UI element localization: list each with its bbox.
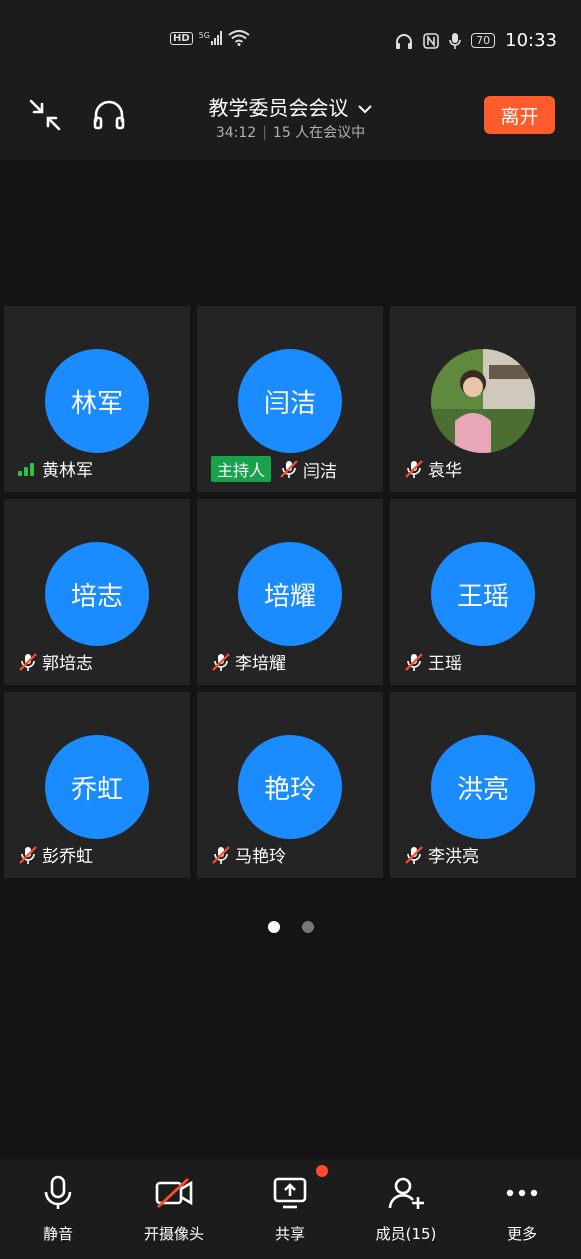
profile-photo bbox=[431, 349, 535, 453]
leave-button[interactable]: 离开 bbox=[484, 96, 555, 134]
participant-name-row: 王瑶 bbox=[404, 649, 462, 674]
avatar: 洪亮 bbox=[431, 735, 535, 839]
participant-name: 黄林军 bbox=[42, 461, 93, 481]
participant-tile[interactable]: 林军 黄林军 bbox=[4, 306, 190, 492]
subtitle-divider: | bbox=[262, 125, 267, 141]
participant-name-row: 郭培志 bbox=[18, 649, 93, 674]
avatar: 培志 bbox=[45, 542, 149, 646]
cellular-icon: 5G bbox=[199, 31, 222, 45]
meeting-toolbar: 静音 开摄像头 共享 成员(15) 更多 bbox=[0, 1159, 581, 1259]
microphone-status-icon bbox=[449, 32, 461, 49]
page-dot-active[interactable] bbox=[267, 921, 280, 933]
camera-off-icon bbox=[155, 1177, 193, 1209]
more-label: 更多 bbox=[506, 1225, 537, 1243]
mic-muted-icon bbox=[405, 459, 423, 478]
participant-name-row: 李培耀 bbox=[211, 649, 286, 674]
participant-name-row: 袁华 bbox=[404, 456, 462, 481]
participant-tile[interactable]: 培志 郭培志 bbox=[4, 499, 190, 685]
status-time: 10:33 bbox=[505, 30, 557, 51]
participant-count: 15 人在会议中 bbox=[272, 125, 366, 141]
participant-name: 马艳玲 bbox=[235, 847, 286, 867]
members-label: 成员(15) bbox=[375, 1225, 437, 1243]
avatar: 艳玲 bbox=[238, 735, 342, 839]
chevron-down-icon bbox=[357, 105, 372, 114]
participant-tile[interactable]: 乔虹 彭乔虹 bbox=[4, 692, 190, 878]
mic-muted-icon bbox=[19, 845, 37, 864]
participant-tile[interactable]: 培耀 李培耀 bbox=[197, 499, 383, 685]
mute-button[interactable]: 静音 bbox=[8, 1175, 108, 1244]
meeting-header: 教学委员会会议 34:12 | 15 人在会议中 离开 bbox=[0, 84, 581, 160]
mic-muted-icon bbox=[19, 652, 37, 671]
page-dot[interactable] bbox=[301, 921, 314, 933]
host-badge: 主持人 bbox=[211, 456, 272, 482]
battery-indicator: 70 bbox=[471, 33, 496, 48]
camera-label: 开摄像头 bbox=[143, 1225, 204, 1243]
camera-button[interactable]: 开摄像头 bbox=[124, 1175, 224, 1244]
notification-dot bbox=[316, 1165, 328, 1177]
participant-tile[interactable]: 王瑶 王瑶 bbox=[390, 499, 576, 685]
participant-tile[interactable]: 艳玲 马艳玲 bbox=[197, 692, 383, 878]
add-member-icon bbox=[388, 1177, 424, 1209]
profile-photo-image bbox=[431, 349, 535, 453]
status-left: HD 5G bbox=[170, 30, 250, 46]
elapsed-time: 34:12 bbox=[215, 125, 257, 141]
participant-name-row: 李洪亮 bbox=[404, 842, 479, 867]
page-indicator bbox=[0, 921, 581, 933]
microphone-icon bbox=[44, 1175, 72, 1209]
participant-tile[interactable]: 袁华 bbox=[390, 306, 576, 492]
more-icon bbox=[506, 1189, 538, 1197]
mic-muted-icon bbox=[280, 460, 298, 478]
signal-strength-icon bbox=[18, 462, 34, 476]
participant-name: 郭培志 bbox=[42, 654, 93, 674]
mic-muted-icon bbox=[405, 845, 423, 864]
meeting-title: 教学委员会会议 bbox=[208, 96, 349, 120]
participant-name-row: 彭乔虹 bbox=[18, 842, 93, 867]
mic-muted-icon bbox=[212, 652, 230, 671]
participant-name: 闫洁 bbox=[303, 461, 338, 482]
mic-muted-icon bbox=[405, 652, 423, 671]
wifi-icon bbox=[228, 30, 250, 46]
mic-muted-icon bbox=[212, 845, 230, 864]
participant-name: 袁华 bbox=[428, 461, 462, 481]
participant-name-row: 马艳玲 bbox=[211, 842, 286, 867]
participant-name: 王瑶 bbox=[428, 654, 462, 674]
participant-tile[interactable]: 洪亮 李洪亮 bbox=[390, 692, 576, 878]
participant-name: 彭乔虹 bbox=[42, 847, 93, 867]
headset-icon bbox=[396, 33, 413, 49]
participant-tile[interactable]: 闫洁 主持人 闫洁 bbox=[197, 306, 383, 492]
status-right: 70 10:33 bbox=[395, 30, 557, 51]
avatar: 培耀 bbox=[238, 542, 342, 646]
hd-badge: HD bbox=[170, 31, 193, 45]
participant-name-row: 主持人 闫洁 bbox=[211, 456, 337, 482]
share-label: 共享 bbox=[274, 1225, 305, 1243]
avatar: 林军 bbox=[45, 349, 149, 453]
more-button[interactable]: 更多 bbox=[472, 1175, 572, 1244]
status-bar: HD 5G 70 10:33 bbox=[0, 0, 581, 84]
nfc-icon bbox=[423, 32, 439, 49]
share-button[interactable]: 共享 bbox=[240, 1165, 340, 1244]
avatar: 王瑶 bbox=[431, 542, 535, 646]
avatar: 乔虹 bbox=[45, 735, 149, 839]
screen-share-icon bbox=[273, 1177, 307, 1209]
participant-name: 李培耀 bbox=[235, 654, 286, 674]
participant-name-row: 黄林军 bbox=[18, 456, 93, 481]
members-button[interactable]: 成员(15) bbox=[356, 1175, 456, 1244]
network-label: 5G bbox=[198, 31, 210, 40]
avatar: 闫洁 bbox=[238, 349, 342, 453]
mute-label: 静音 bbox=[42, 1225, 73, 1243]
participant-name: 李洪亮 bbox=[428, 847, 479, 867]
